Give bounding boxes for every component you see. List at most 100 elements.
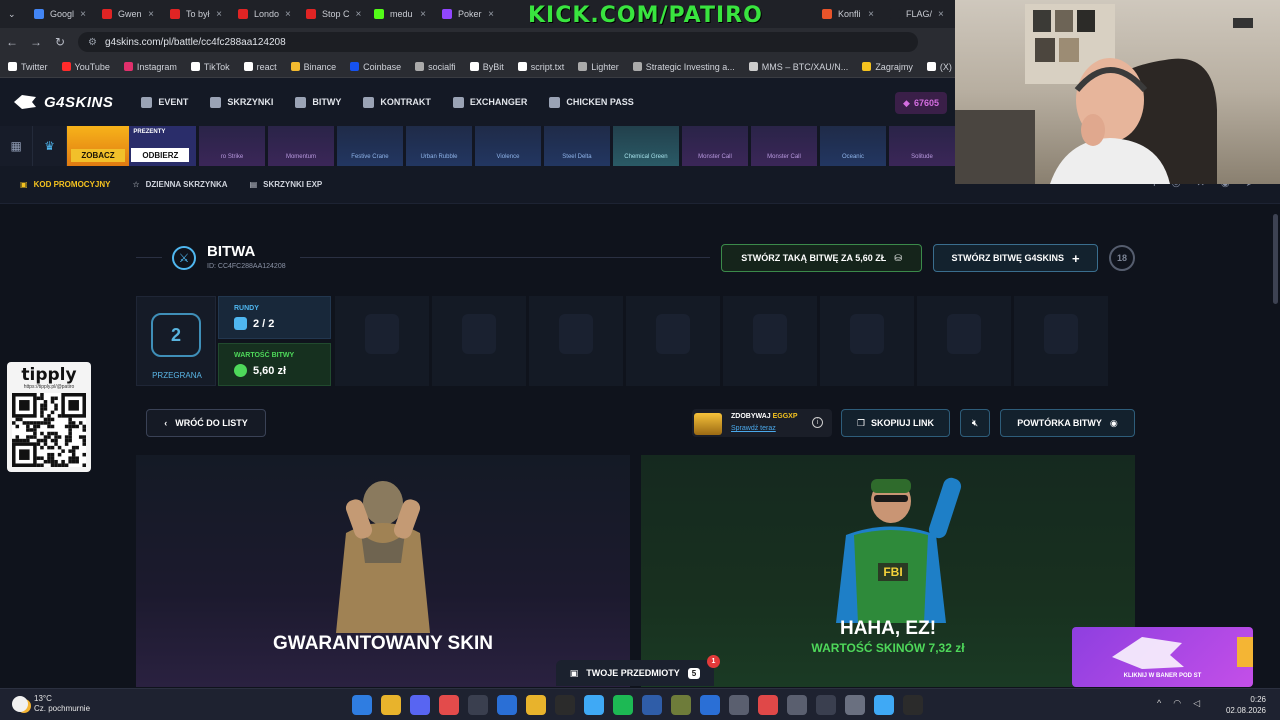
taskbar-app-icon[interactable] <box>845 695 865 715</box>
eggxp-link[interactable]: Sprawdź teraz <box>731 425 776 432</box>
url-input[interactable]: ⚙ g4skins.com/pl/battle/cc4fc288aa124208 <box>78 32 918 52</box>
nav-item-event[interactable]: EVENT <box>141 96 188 108</box>
drop-item[interactable]: Monster Call <box>750 126 817 166</box>
browser-tab[interactable]: Poker × <box>434 0 502 28</box>
copy-link-button[interactable]: ❐ SKOPIUJ LINK <box>841 409 950 437</box>
forward-icon[interactable]: → <box>24 35 48 49</box>
taskbar-app-icon[interactable] <box>381 695 401 715</box>
taskbar-app-icon[interactable] <box>787 695 807 715</box>
drop-item[interactable]: Festive Crane <box>336 126 403 166</box>
bookmark-item[interactable]: MMS – BTC/XAU/N... <box>748 62 848 72</box>
subnav-item[interactable]: ☆ DZIENNA SKRZYNKA <box>132 180 227 189</box>
browser-tab[interactable]: Stop C × <box>298 0 366 28</box>
taskbar-app-icon[interactable] <box>613 695 633 715</box>
drop-item[interactable]: Urban Rubble <box>405 126 472 166</box>
chevron-up-icon[interactable]: ^ <box>1157 698 1161 709</box>
create-g4-battle-button[interactable]: STWÓRZ BITWĘ G4SKINS + <box>933 244 1098 272</box>
wifi-icon[interactable]: ◠ <box>1173 698 1181 709</box>
taskbar-app-icon[interactable] <box>903 695 923 715</box>
bookmark-item[interactable]: Strategic Investing a... <box>632 62 735 72</box>
drop-item[interactable]: Momentum <box>267 126 334 166</box>
present-card[interactable]: PREZENTY ODBIERZ <box>129 126 196 166</box>
mute-button[interactable]: 🔇︎ <box>960 409 990 437</box>
bookmark-item[interactable]: Zagrajmy <box>862 62 913 72</box>
taskbar-app-icon[interactable] <box>410 695 430 715</box>
weather-widget[interactable]: 13°C Cz. pochmurnie <box>12 694 90 714</box>
volume-icon[interactable]: ◁ <box>1193 698 1200 709</box>
create-same-battle-button[interactable]: STWÓRZ TAKĄ BITWĘ ZA 5,60 ZŁ ⛁ <box>721 244 922 272</box>
nav-item-kontrakt[interactable]: KONTRAKT <box>363 96 431 108</box>
site-info-icon[interactable]: ⚙ <box>88 37 97 48</box>
bookmark-item[interactable]: Binance <box>290 62 336 72</box>
close-tab-icon[interactable]: × <box>938 9 944 20</box>
subnav-item[interactable]: ▣ KOD PROMOCYJNY <box>20 180 110 189</box>
browser-tab[interactable]: FLAG/ × <box>882 0 950 28</box>
nav-item-chicken-pass[interactable]: CHICKEN PASS <box>549 96 634 108</box>
browser-tab[interactable]: Konfli × <box>814 0 882 28</box>
your-items-button[interactable]: ▣ TWOJE PRZEDMIOTY 5 <box>556 660 714 686</box>
drop-item[interactable]: Steel Delta <box>543 126 610 166</box>
taskbar-app-icon[interactable] <box>874 695 894 715</box>
balance-badge[interactable]: ◆ 67605 <box>895 92 947 114</box>
crown-icon[interactable]: ♛ <box>33 126 67 166</box>
close-tab-icon[interactable]: × <box>488 9 494 20</box>
close-tab-icon[interactable]: × <box>356 9 362 20</box>
back-icon[interactable]: ← <box>0 35 24 49</box>
taskbar-app-icon[interactable] <box>758 695 778 715</box>
nav-item-bitwy[interactable]: BITWY <box>295 96 341 108</box>
bookmark-item[interactable]: ByBit <box>469 62 504 72</box>
page-scrollbar[interactable] <box>1271 204 1280 687</box>
scrollbar-thumb[interactable] <box>1273 214 1278 304</box>
taskbar-app-icon[interactable] <box>352 695 372 715</box>
taskbar-app-icon[interactable] <box>555 695 575 715</box>
close-tab-icon[interactable]: × <box>148 9 154 20</box>
bookmark-item[interactable]: Instagram <box>123 62 177 72</box>
reload-icon[interactable]: ↻ <box>48 35 72 49</box>
bookmark-item[interactable]: Twitter <box>8 62 48 72</box>
close-tab-icon[interactable]: × <box>285 9 291 20</box>
nav-item-exchanger[interactable]: EXCHANGER <box>452 96 527 108</box>
battle-replay-button[interactable]: POWTÓRKA BITWY ◉ <box>1000 409 1135 437</box>
taskbar-app-icon[interactable] <box>642 695 662 715</box>
site-logo[interactable]: G4SKINS <box>12 93 113 111</box>
bookmark-item[interactable]: YouTube <box>61 62 110 72</box>
clock[interactable]: 0:26 02.08.2026 <box>1226 694 1266 716</box>
bookmark-item[interactable]: TikTok <box>190 62 230 72</box>
nav-item-skrzynki[interactable]: SKRZYNKI <box>210 96 273 108</box>
drop-item[interactable]: Oceanic <box>819 126 886 166</box>
browser-tab[interactable]: medu × <box>366 0 434 28</box>
close-tab-icon[interactable]: × <box>420 9 426 20</box>
taskbar-app-icon[interactable] <box>816 695 836 715</box>
taskbar-app-icon[interactable] <box>700 695 720 715</box>
drop-item[interactable]: Violence <box>474 126 541 166</box>
close-tab-icon[interactable]: × <box>216 9 222 20</box>
taskbar-app-icon[interactable] <box>468 695 488 715</box>
browser-tab[interactable]: Londo × <box>230 0 298 28</box>
taskbar-app-icon[interactable] <box>497 695 517 715</box>
taskbar-app-icon[interactable] <box>584 695 604 715</box>
bookmark-item[interactable]: react <box>243 62 277 72</box>
promo-see-button[interactable]: ZOBACZ <box>71 149 125 162</box>
back-to-list-button[interactable]: ‹ WRÓĆ DO LISTY <box>146 409 266 437</box>
drop-item[interactable]: Chemical Green <box>612 126 679 166</box>
drop-item[interactable]: Monster Call <box>681 126 748 166</box>
promo-card[interactable]: ZOBACZ <box>66 126 130 166</box>
promo-banner[interactable]: KLIKNIJ W BANER POD ST <box>1072 627 1253 687</box>
close-tab-icon[interactable]: × <box>80 9 86 20</box>
drop-item[interactable]: ro Strike <box>198 126 265 166</box>
info-icon[interactable]: i <box>812 417 823 428</box>
bookmark-item[interactable]: Lighter <box>578 62 619 72</box>
grid-icon[interactable]: ▦ <box>0 126 34 166</box>
subnav-item[interactable]: ▤ SKRZYNKI EXP <box>250 180 323 189</box>
taskbar-app-icon[interactable] <box>729 695 749 715</box>
browser-tab[interactable]: Gwen × <box>94 0 162 28</box>
bookmark-item[interactable]: script.txt <box>517 62 564 72</box>
taskbar-app-icon[interactable] <box>671 695 691 715</box>
browser-tab[interactable]: Googl × <box>26 0 94 28</box>
drop-item[interactable]: Solitude <box>888 126 955 166</box>
taskbar-app-icon[interactable] <box>439 695 459 715</box>
close-tab-icon[interactable]: × <box>868 9 874 20</box>
bookmark-item[interactable]: socialfi <box>415 62 456 72</box>
bookmark-item[interactable]: Coinbase <box>350 62 401 72</box>
browser-tab[interactable]: To był × <box>162 0 230 28</box>
